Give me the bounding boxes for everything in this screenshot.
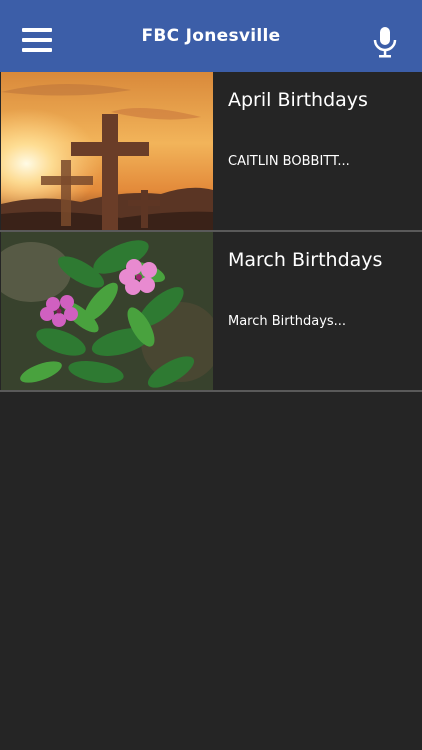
app-title: FBC Jonesville [141, 26, 281, 46]
pink-flowers-image [1, 232, 213, 390]
item-title: April Birthdays [228, 89, 368, 111]
top-navigation-bar: FBC Jonesville [0, 0, 422, 72]
app-screen: FBC Jonesville April Birthdays CAITLIN B… [0, 0, 422, 750]
item-subtitle: CAITLIN BOBBITT... [228, 154, 350, 169]
hamburger-menu-icon[interactable] [22, 28, 52, 54]
list-item-april-birthdays[interactable]: April Birthdays CAITLIN BOBBITT... [0, 72, 422, 232]
microphone-icon[interactable] [372, 26, 398, 58]
item-subtitle: March Birthdays... [228, 314, 347, 329]
post-list: April Birthdays CAITLIN BOBBITT... March… [0, 72, 422, 392]
crosses-sunset-image [1, 72, 213, 230]
item-title: March Birthdays [228, 249, 383, 271]
list-item-march-birthdays[interactable]: March Birthdays March Birthdays... [0, 232, 422, 392]
